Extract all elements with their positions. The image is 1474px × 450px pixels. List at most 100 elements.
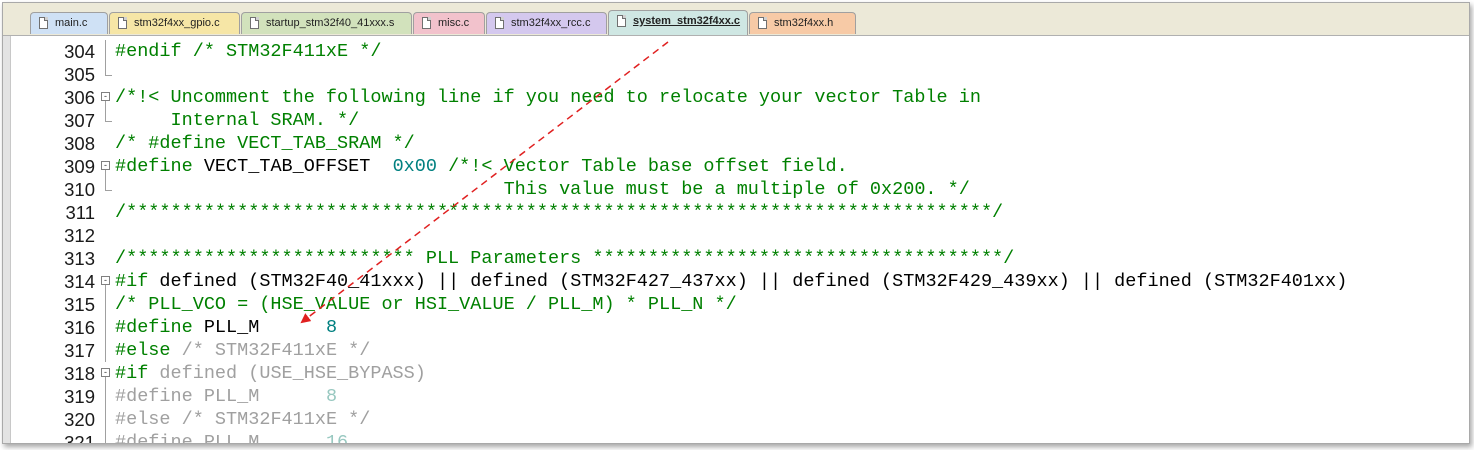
code-text: #define PLL_M 16: [115, 431, 348, 443]
code-text: #define PLL_M 8: [115, 385, 337, 408]
code-token: #define: [115, 156, 204, 177]
code-line: 310 This value must be a multiple of 0x2…: [11, 178, 1469, 201]
code-text: /************************** PLL Paramete…: [115, 247, 1014, 270]
fold-toggle-icon[interactable]: -: [101, 161, 110, 170]
code-text: /* #define VECT_TAB_SRAM */: [115, 132, 415, 155]
code-token: VECT_TAB_OFFSET: [203, 156, 393, 177]
code-line: 308 /* #define VECT_TAB_SRAM */: [11, 132, 1469, 155]
code-line: 304 #endif /* STM32F411xE */: [11, 40, 1469, 63]
file-icon: [250, 17, 259, 29]
line-number: 313: [64, 248, 95, 269]
tab-stm32f4xx-h[interactable]: stm32f4xx.h: [749, 12, 856, 34]
fold-guide: [105, 293, 106, 316]
file-icon: [422, 17, 431, 29]
tab-stm32f4xx-rcc-c[interactable]: stm32f4xx_rcc.c: [486, 12, 607, 34]
line-number: 306: [64, 87, 95, 108]
code-line: 311 /************************************…: [11, 201, 1469, 224]
fold-guide: [105, 339, 106, 362]
code-text: #if defined (STM32F40_41xxx) || defined …: [115, 270, 1347, 293]
fold-end-guide: [105, 109, 112, 122]
fold-guide: [105, 101, 106, 109]
fold-guide: [105, 377, 106, 385]
code-token: defined (USE_HSE_BYPASS): [159, 363, 426, 384]
code-text: /* PLL_VCO = (HSE_VALUE or HSI_VALUE / P…: [115, 293, 737, 316]
tab-label: stm32f4xx_rcc.c: [511, 17, 591, 29]
code-line: 305: [11, 63, 1469, 86]
editor-window: main.c stm32f4xx_gpio.c startup_stm32f40_4…: [2, 2, 1470, 444]
tab-stm32f4xx-gpio-c[interactable]: stm32f4xx_gpio.c: [109, 12, 240, 34]
code-token: #define: [115, 432, 204, 443]
fold-guide: [105, 285, 106, 293]
file-icon: [758, 17, 767, 29]
tab-label: system_stm32f4xx.c: [633, 15, 741, 27]
code-text: #define VECT_TAB_OFFSET 0x00 /*!< Vector…: [115, 155, 848, 178]
code-token: PLL_M: [203, 386, 326, 407]
line-number: 314: [64, 271, 95, 292]
file-icon: [118, 17, 127, 29]
code-token: #else: [115, 409, 182, 430]
code-text: #else /* STM32F411xE */: [115, 339, 370, 362]
code-text: /*!< Uncomment the following line if you…: [115, 86, 981, 109]
tab-label: misc.c: [438, 17, 470, 29]
line-number: 320: [64, 409, 95, 430]
code-text: /***************************************…: [115, 201, 1003, 224]
fold-guide: [105, 170, 106, 178]
code-token: /***************************************…: [115, 202, 1004, 223]
tab-label: stm32f4xx.h: [774, 17, 834, 29]
line-number: 305: [64, 64, 95, 85]
code-line: 318- #if defined (USE_HSE_BYPASS): [11, 362, 1469, 385]
file-icon: [617, 15, 626, 27]
code-token: #if: [115, 363, 160, 384]
fold-toggle-icon[interactable]: -: [101, 368, 110, 377]
code-token: /* STM32F411xE */: [181, 340, 371, 361]
code-line: 315 /* PLL_VCO = (HSE_VALUE or HSI_VALUE …: [11, 293, 1469, 316]
tab-misc-c[interactable]: misc.c: [413, 12, 485, 34]
line-number: 318: [64, 363, 95, 384]
code-text: This value must be a multiple of 0x200. …: [115, 178, 970, 201]
code-text: #endif /* STM32F411xE */: [115, 40, 381, 63]
line-number: 310: [64, 179, 95, 200]
fold-guide: [105, 431, 106, 443]
code-line: 306-/*!< Uncomment the following line if…: [11, 86, 1469, 109]
fold-guide: [105, 40, 106, 63]
code-token: #define: [115, 386, 204, 407]
line-number: 307: [64, 110, 95, 131]
code-line: 316 #define PLL_M 8: [11, 316, 1469, 339]
code-text: #if defined (USE_HSE_BYPASS): [115, 362, 426, 385]
fold-toggle-icon[interactable]: -: [101, 276, 110, 285]
code-token: 0x00: [392, 156, 449, 177]
tab-system-stm32f4xx-c[interactable]: system_stm32f4xx.c: [608, 10, 748, 35]
tab-main-c[interactable]: main.c: [30, 12, 108, 34]
code-token: Internal SRAM. */: [115, 110, 360, 131]
line-number: 315: [64, 294, 95, 315]
tab-label: startup_stm32f40_41xxx.s: [266, 17, 395, 29]
code-line: 321 #define PLL_M 16: [11, 431, 1469, 443]
code-line: 312: [11, 224, 1469, 247]
line-number: 319: [64, 386, 95, 407]
code-token: /*!< Uncomment the following line if you…: [115, 87, 981, 108]
line-number: 317: [64, 340, 95, 361]
code-editor[interactable]: 304 #endif /* STM32F411xE */305 306-/*!< U…: [11, 36, 1469, 443]
code-token: 8: [325, 386, 338, 407]
tab-startup-stm32f40-41xxx-s[interactable]: startup_stm32f40_41xxx.s: [241, 12, 412, 34]
code-line: 314- #if defined (STM32F40_41xxx) || defi…: [11, 270, 1469, 293]
fold-toggle-icon[interactable]: -: [101, 92, 110, 101]
file-tab-bar: main.c stm32f4xx_gpio.c startup_stm32f40_4…: [3, 3, 1469, 36]
left-margin-strip: [3, 36, 11, 443]
fold-end-guide: [105, 63, 112, 76]
code-line: 320 #else /* STM32F411xE */: [11, 408, 1469, 431]
fold-end-guide: [105, 178, 112, 191]
tab-label: stm32f4xx_gpio.c: [134, 17, 220, 29]
line-number: 312: [64, 225, 95, 246]
code-token: This value must be a multiple of 0x200. …: [115, 179, 970, 200]
fold-guide: [105, 316, 106, 339]
line-number: 311: [65, 202, 96, 223]
line-number: 316: [64, 317, 95, 338]
file-icon: [39, 17, 48, 29]
code-token: /* PLL_VCO = (HSE_VALUE or HSI_VALUE / P…: [115, 294, 737, 315]
fold-guide: [105, 408, 106, 431]
code-token: #define: [115, 317, 204, 338]
line-number: 308: [64, 133, 95, 154]
code-text: #else /* STM32F411xE */: [115, 408, 370, 431]
code-token: #else: [115, 340, 182, 361]
